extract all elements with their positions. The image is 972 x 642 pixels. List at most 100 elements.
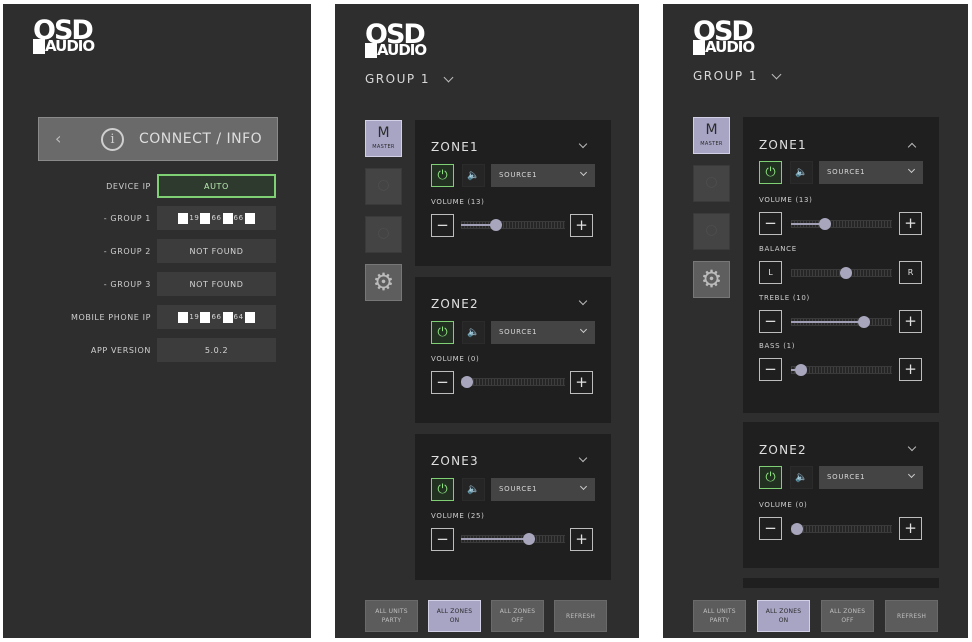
zone2-volume-label: VOLUME (0) bbox=[759, 501, 808, 509]
balance-left-button[interactable]: L bbox=[759, 261, 782, 284]
volume-up-button[interactable]: + bbox=[899, 517, 922, 540]
connect-info-button[interactable]: ‹ i CONNECT / INFO bbox=[38, 117, 278, 161]
group3-label: - GROUP 3 bbox=[103, 280, 151, 289]
gear-icon[interactable]: ⚙ bbox=[693, 261, 730, 298]
master-button[interactable]: M MASTER bbox=[365, 120, 402, 157]
mobile-ip-value: 19 66 64 bbox=[157, 305, 276, 329]
zone1-title: ZONE1 bbox=[431, 140, 479, 154]
volume-up-button[interactable]: + bbox=[570, 371, 593, 394]
group1-label: - GROUP 1 bbox=[103, 214, 151, 223]
mobile-ip-label: MOBILE PHONE IP bbox=[70, 313, 151, 322]
osd-audio-logo: OSD AUDIO bbox=[365, 19, 427, 59]
treble-label: TREBLE (10) bbox=[759, 294, 810, 302]
treble-slider[interactable] bbox=[791, 316, 892, 328]
power-icon[interactable]: ⏻ bbox=[431, 478, 454, 501]
zone2-card: ZONE2 ⏻ 🔈 SOURCE1 VOLUME (0) − + bbox=[743, 422, 939, 568]
group-selector[interactable]: GROUP 1 bbox=[365, 72, 430, 86]
zone3-source-select[interactable]: SOURCE1 bbox=[491, 478, 595, 501]
zone1-card: ZONE1 ⏻ 🔈 SOURCE1 VOLUME (13) − + bbox=[415, 120, 611, 266]
speaker-icon[interactable]: 🔈 bbox=[462, 321, 485, 344]
zone-detail-screen: OSD AUDIO GROUP 1 M MASTER ○ ○ ⚙ ZONE1 ⏻… bbox=[663, 4, 968, 638]
zone2-source-select[interactable]: SOURCE1 bbox=[819, 466, 923, 489]
zone3-title: ZONE3 bbox=[431, 454, 479, 468]
chevron-down-icon[interactable] bbox=[578, 296, 588, 306]
zone1-source-select[interactable]: SOURCE1 bbox=[491, 164, 595, 187]
zone1-volume-slider[interactable] bbox=[791, 218, 892, 230]
group3-value: NOT FOUND bbox=[157, 272, 276, 296]
chevron-down-icon[interactable] bbox=[578, 139, 588, 149]
speaker-icon[interactable]: 🔈 bbox=[790, 466, 813, 489]
group2-value: NOT FOUND bbox=[157, 239, 276, 263]
zone2-volume-slider[interactable] bbox=[461, 376, 565, 388]
zone2-volume-label: VOLUME (0) bbox=[431, 355, 480, 363]
all-zones-on-button[interactable]: ALL ZONES ON bbox=[757, 600, 810, 632]
group1-ip-value: 19 66 66 bbox=[157, 206, 276, 230]
zone3-volume-label: VOLUME (25) bbox=[431, 512, 485, 520]
all-units-party-button[interactable]: ALL UNITS PARTY bbox=[365, 600, 418, 632]
group-button-disabled: ○ bbox=[693, 165, 730, 202]
group2-label: - GROUP 2 bbox=[103, 247, 151, 256]
zone1-volume-slider[interactable] bbox=[461, 219, 565, 231]
volume-down-button[interactable]: − bbox=[431, 214, 454, 237]
chevron-down-icon[interactable] bbox=[443, 72, 454, 83]
zone3-volume-slider[interactable] bbox=[461, 533, 565, 545]
zone2-volume-slider[interactable] bbox=[791, 523, 892, 535]
gear-icon[interactable]: ⚙ bbox=[365, 264, 402, 301]
chevron-down-icon[interactable] bbox=[578, 453, 588, 463]
zone3-card-partial bbox=[743, 578, 939, 588]
zone1-title: ZONE1 bbox=[759, 138, 807, 152]
zone2-title: ZONE2 bbox=[759, 443, 807, 457]
speaker-icon[interactable]: 🔈 bbox=[462, 478, 485, 501]
device-ip-label: DEVICE IP bbox=[106, 182, 151, 191]
all-zones-on-button[interactable]: ALL ZONES ON bbox=[428, 600, 481, 632]
speaker-icon[interactable]: 🔈 bbox=[462, 164, 485, 187]
bass-down-button[interactable]: − bbox=[759, 358, 782, 381]
bass-label: BASS (1) bbox=[759, 342, 796, 350]
master-button[interactable]: M MASTER bbox=[693, 117, 730, 154]
volume-down-button[interactable]: − bbox=[431, 528, 454, 551]
connect-info-title: CONNECT / INFO bbox=[139, 131, 263, 147]
all-zones-off-button[interactable]: ALL ZONES OFF bbox=[821, 600, 874, 632]
chevron-down-icon[interactable] bbox=[907, 442, 917, 452]
zone2-source-select[interactable]: SOURCE1 bbox=[491, 321, 595, 344]
zone3-card: ZONE3 ⏻ 🔈 SOURCE1 VOLUME (25) − + bbox=[415, 434, 611, 580]
zone1-source-select[interactable]: SOURCE1 bbox=[819, 161, 923, 184]
bass-slider[interactable] bbox=[791, 364, 892, 376]
app-version-value: 5.0.2 bbox=[157, 338, 276, 362]
speaker-icon[interactable]: 🔈 bbox=[790, 161, 813, 184]
group-button-disabled: ○ bbox=[365, 168, 402, 205]
device-ip-field[interactable]: AUTO bbox=[157, 174, 276, 198]
zone1-volume-label: VOLUME (13) bbox=[759, 196, 813, 204]
refresh-button[interactable]: REFRESH bbox=[885, 600, 938, 632]
volume-down-button[interactable]: − bbox=[759, 212, 782, 235]
volume-up-button[interactable]: + bbox=[570, 528, 593, 551]
volume-up-button[interactable]: + bbox=[570, 214, 593, 237]
chevron-left-icon[interactable]: ‹ bbox=[55, 129, 61, 148]
power-icon[interactable]: ⏻ bbox=[431, 164, 454, 187]
volume-down-button[interactable]: − bbox=[431, 371, 454, 394]
all-zones-off-button[interactable]: ALL ZONES OFF bbox=[491, 600, 544, 632]
group-button-disabled: ○ bbox=[365, 216, 402, 253]
bass-up-button[interactable]: + bbox=[899, 358, 922, 381]
chevron-up-icon[interactable] bbox=[907, 142, 917, 152]
group-selector[interactable]: GROUP 1 bbox=[693, 69, 758, 83]
zone1-card-expanded: ZONE1 ⏻ 🔈 SOURCE1 VOLUME (13) − + BALANC… bbox=[743, 117, 939, 413]
zones-screen: OSD AUDIO GROUP 1 M MASTER ○ ○ ⚙ ZONE1 ⏻… bbox=[335, 4, 639, 638]
volume-up-button[interactable]: + bbox=[899, 212, 922, 235]
balance-slider[interactable] bbox=[791, 267, 892, 279]
power-icon[interactable]: ⏻ bbox=[759, 466, 782, 489]
chevron-down-icon[interactable] bbox=[771, 69, 782, 80]
power-icon[interactable]: ⏻ bbox=[759, 161, 782, 184]
treble-down-button[interactable]: − bbox=[759, 310, 782, 333]
treble-up-button[interactable]: + bbox=[899, 310, 922, 333]
osd-audio-logo: OSD AUDIO bbox=[693, 16, 755, 56]
all-units-party-button[interactable]: ALL UNITS PARTY bbox=[693, 600, 746, 632]
osd-audio-logo: OSD AUDIO bbox=[33, 15, 95, 55]
power-icon[interactable]: ⏻ bbox=[431, 321, 454, 344]
balance-right-button[interactable]: R bbox=[899, 261, 922, 284]
volume-down-button[interactable]: − bbox=[759, 517, 782, 540]
zone2-title: ZONE2 bbox=[431, 297, 479, 311]
zone2-card: ZONE2 ⏻ 🔈 SOURCE1 VOLUME (0) − + bbox=[415, 277, 611, 423]
info-circle-icon: i bbox=[101, 128, 124, 151]
refresh-button[interactable]: REFRESH bbox=[554, 600, 607, 632]
